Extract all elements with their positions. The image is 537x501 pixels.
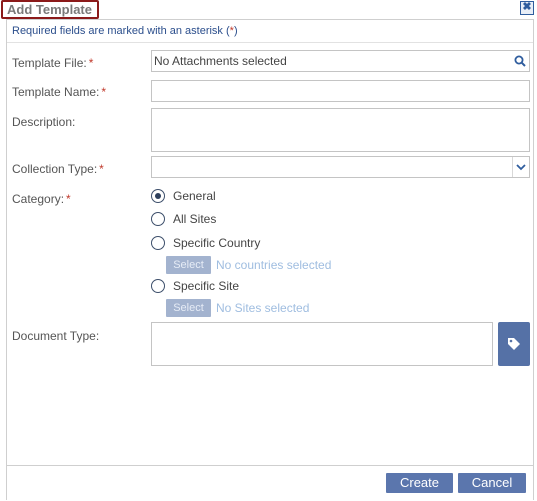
collection-type-select[interactable] [151,156,530,178]
category-option-all-sites[interactable]: All Sites [151,211,216,227]
required-fields-note: Required fields are marked with an aster… [12,25,238,37]
template-name-label: Template Name: * [12,85,106,99]
category-option-specific-site[interactable]: Specific Site [151,278,239,294]
document-type-field[interactable] [151,322,493,366]
category-option-label: Specific Country [173,236,261,250]
template-name-label-text: Template Name: [12,85,100,99]
radio-button[interactable] [151,279,165,293]
template-file-field[interactable]: No Attachments selected [151,50,530,72]
category-option-specific-country[interactable]: Specific Country [151,235,260,251]
template-name-input[interactable] [151,80,530,102]
dialog-titlebar: Add Template ✖ [0,0,537,19]
category-label: Category: * [12,192,71,206]
cancel-button[interactable]: Cancel [458,473,526,493]
required-note-suffix: ) [233,25,238,37]
country-select-row: Select No countries selected [166,256,331,274]
chevron-down-icon[interactable] [512,157,529,177]
dialog-title: Add Template [1,0,99,19]
required-star: * [66,192,71,206]
create-button[interactable]: Create [386,473,453,493]
description-textarea[interactable] [151,108,530,152]
category-label-text: Category: [12,192,65,206]
required-note-prefix: Required fields are marked with an aster… [12,25,230,37]
required-star: * [99,162,104,176]
tag-icon[interactable] [498,322,530,366]
site-select-row: Select No Sites selected [166,299,309,317]
template-file-value: No Attachments selected [154,54,287,68]
radio-button[interactable] [151,212,165,226]
collection-type-label-text: Collection Type: [12,162,98,176]
sites-status: No Sites selected [216,301,310,315]
select-sites-button[interactable]: Select [166,299,211,317]
category-option-general[interactable]: General [151,188,216,204]
required-star: * [88,56,94,70]
radio-button[interactable] [151,236,165,250]
radio-button-selected[interactable] [151,189,165,203]
category-option-label: General [173,189,216,203]
dialog-footer [6,465,534,500]
search-icon[interactable] [511,51,529,71]
required-star: * [101,85,107,99]
collection-type-label: Collection Type: * [12,162,104,176]
radio-dot [155,193,161,199]
select-countries-button[interactable]: Select [166,256,211,274]
description-label: Description: [12,115,76,129]
template-file-label: Template File: * [12,56,93,70]
divider [7,42,533,43]
category-option-label: Specific Site [173,279,240,293]
close-icon[interactable]: ✖ [520,1,534,15]
template-file-label-text: Template File: [12,56,87,70]
document-type-label: Document Type: [12,329,100,343]
countries-status: No countries selected [216,258,332,272]
category-option-label: All Sites [173,212,217,226]
